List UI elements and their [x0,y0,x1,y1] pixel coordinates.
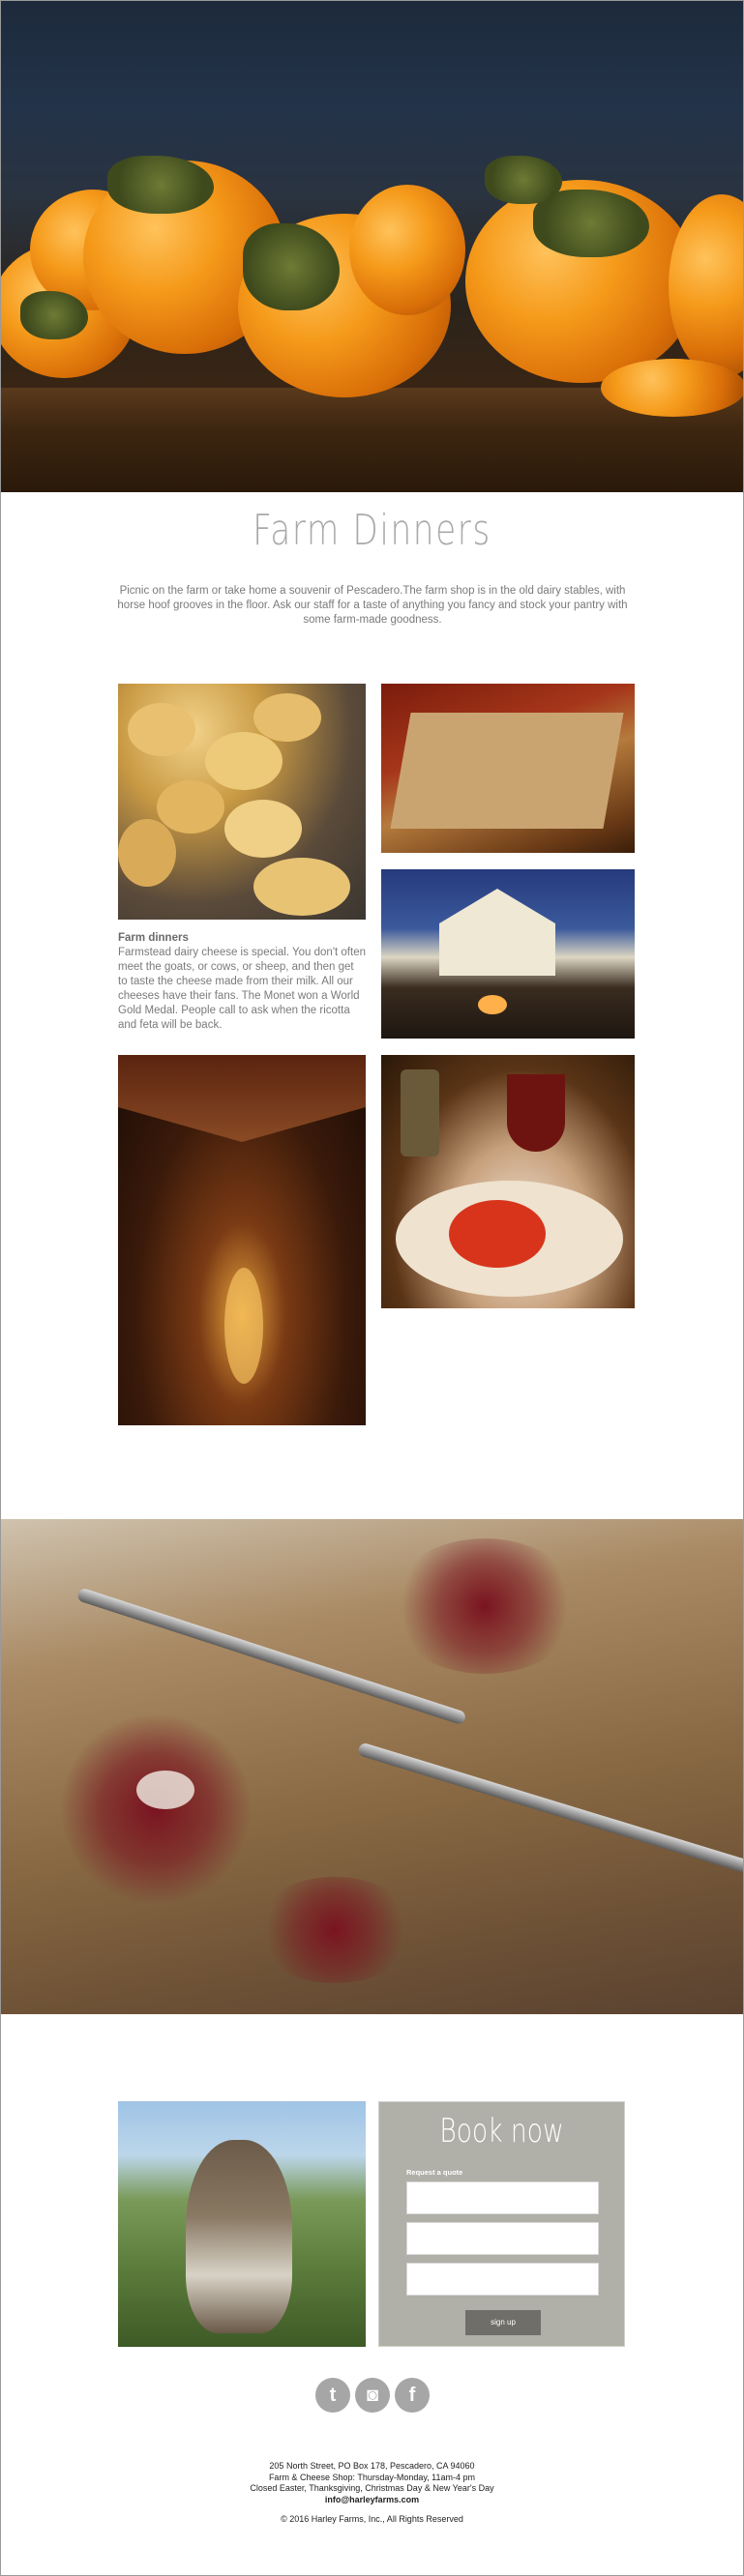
persimmon [669,194,743,378]
twitter-icon[interactable]: t [315,2378,350,2413]
photo-cranberry-cheese-board [1,1519,743,2014]
cranberries [388,1538,581,1674]
biscuit [253,858,350,916]
biscuit [224,800,302,858]
instagram-icon[interactable]: ◙ [355,2378,390,2413]
biscuit [128,703,195,756]
barn-building [439,889,555,976]
photo-goat [118,2101,366,2347]
hall-roof [118,1055,366,1142]
booking-form: Book now Request a quote sign up [378,2101,625,2347]
footer-hours: Farm & Cheese Shop: Thursday-Monday, 11a… [268,2472,476,2482]
photo-dessert-plate [381,1055,635,1308]
caption-title: Farm dinners [118,932,189,944]
knife [356,1742,743,1874]
footer-address: 205 North Street, PO Box 178, Pescadero,… [269,2461,475,2471]
biscuit [253,693,321,742]
berries [449,1200,546,1268]
candlelight [224,1268,263,1384]
footer-closed: Closed Easter, Thanksgiving, Christmas D… [250,2483,494,2493]
biscuit [118,819,176,887]
persimmon [601,359,743,417]
booking-input-1[interactable] [406,2181,599,2214]
footer-copyright: © 2016 Harley Farms, Inc., All Rights Re… [281,2514,463,2524]
biscuit [157,780,224,834]
caption-body: Farmstead dairy cheese is special. You d… [118,947,366,1031]
biscuit [205,732,283,790]
booking-input-3[interactable] [406,2263,599,2296]
booking-input-2[interactable] [406,2222,599,2255]
photo-crackers-board [381,684,635,853]
wine-glass [507,1074,565,1152]
goblet [401,1069,439,1156]
persimmon-leaf [20,291,88,339]
goat-head [186,2140,292,2333]
photo-barn-evening [381,869,635,1039]
booking-subtitle: Request a quote [406,2168,463,2177]
cranberries [59,1712,253,1906]
footer: 205 North Street, PO Box 178, Pescadero,… [1,2461,743,2526]
farm-dinners-caption: Farm dinners Farmstead dairy cheese is s… [118,931,366,1033]
hero-image-persimmons [1,1,743,492]
page-title: Farm Dinners [253,506,491,555]
persimmon [349,185,465,315]
facebook-icon[interactable]: f [395,2378,430,2413]
photo-dinner-hall [118,1055,366,1425]
intro-text: Picnic on the farm or take home a souven… [117,585,628,626]
social-links: t ◙ f [315,2378,430,2413]
signup-button[interactable]: sign up [465,2310,541,2335]
booking-title: Book now [439,2112,564,2151]
footer-email-link[interactable]: info@harleyfarms.com [1,2495,743,2506]
persimmon-leaf [485,156,562,204]
lantern-glow [478,995,507,1014]
photo-cheese-biscuits [118,684,366,920]
cheese-crumbles [136,1771,194,1809]
cranberries [253,1877,417,1983]
cracker-board [390,713,624,829]
